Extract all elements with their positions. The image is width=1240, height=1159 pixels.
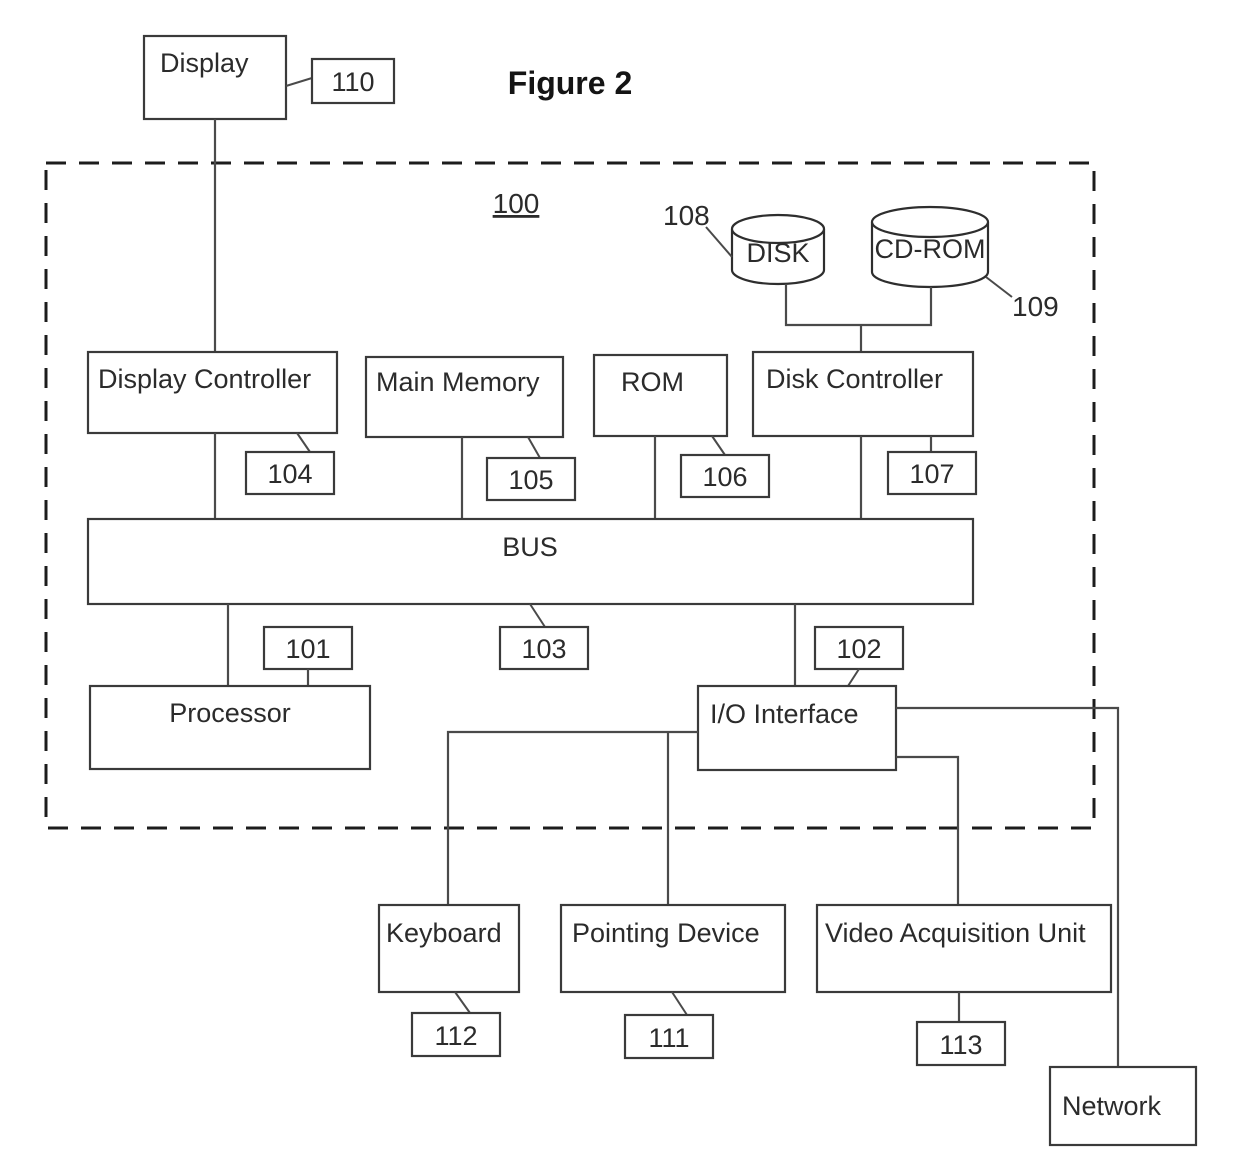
io-interface-label: I/O Interface — [710, 699, 859, 729]
rom-ref-leader — [711, 435, 726, 456]
processor-label: Processor — [169, 698, 291, 728]
figure-title: Figure 2 — [508, 65, 632, 101]
processor-ref-label: 101 — [285, 634, 330, 664]
rom-ref-label: 106 — [702, 462, 747, 492]
disk-label: DISK — [746, 238, 809, 268]
io-to-network-line — [896, 706, 1120, 1067]
io-interface-ref-label: 102 — [836, 634, 881, 664]
display-box-label: Display — [160, 48, 249, 78]
disk-controller-ref-label: 107 — [909, 459, 954, 489]
main-memory-ref-leader — [527, 436, 541, 459]
system-reference-label: 100 — [493, 188, 540, 219]
pointing-device-ref-leader — [671, 991, 688, 1016]
cdrom-ref-label: 109 — [1012, 291, 1059, 322]
video-acquisition-unit-label: Video Acquisition Unit — [825, 918, 1086, 948]
figure-diagram: Figure 2 100 Display 110 DISK 108 CD-ROM… — [0, 0, 1240, 1159]
disk-controller-label: Disk Controller — [766, 364, 943, 394]
disk-ref-label: 108 — [663, 200, 710, 231]
main-memory-ref-label: 105 — [508, 465, 553, 495]
rom-label: ROM — [621, 367, 684, 397]
display-ref-label: 110 — [331, 67, 374, 97]
pointing-device-label: Pointing Device — [572, 918, 760, 948]
display-controller-label: Display Controller — [98, 364, 311, 394]
cdrom-label: CD-ROM — [875, 234, 986, 264]
display-ref-leader — [285, 77, 313, 87]
network-label: Network — [1062, 1091, 1162, 1121]
main-memory-label: Main Memory — [376, 367, 540, 397]
keyboard-label: Keyboard — [386, 918, 502, 948]
display-controller-ref-leader — [296, 432, 311, 453]
disk-ref-leader — [705, 226, 733, 258]
keyboard-ref-label: 112 — [434, 1021, 477, 1051]
bus-ref-label: 103 — [521, 634, 566, 664]
pointing-device-ref-label: 111 — [648, 1023, 689, 1053]
keyboard-ref-leader — [454, 991, 471, 1014]
drives-merge-line — [784, 284, 933, 327]
io-interface-ref-leader — [847, 668, 860, 687]
bus-ref-leader — [529, 603, 546, 628]
io-to-video-unit-line — [896, 755, 960, 905]
video-acquisition-unit-ref-label: 113 — [939, 1030, 982, 1060]
cdrom-ref-leader — [985, 276, 1013, 298]
io-to-keyboard-line — [446, 730, 698, 905]
display-controller-ref-label: 104 — [267, 459, 312, 489]
bus-label: BUS — [502, 532, 558, 562]
